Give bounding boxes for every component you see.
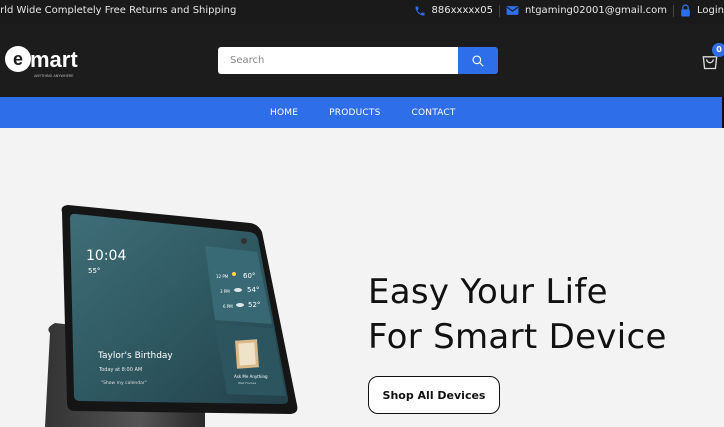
device-time: 10:04 (86, 248, 126, 264)
search-bar (218, 47, 498, 74)
login-link[interactable]: Login (680, 4, 724, 17)
mail-icon (506, 6, 519, 15)
forecast-temp-1: 60° (243, 272, 255, 280)
device-event-title: Taylor's Birthday (97, 351, 173, 361)
nav-home[interactable]: HOME (270, 108, 298, 118)
search-button[interactable] (458, 47, 498, 74)
headline-line-1: Easy Your Life (368, 272, 608, 312)
email-contact[interactable]: ntgaming02001@gmail.com (506, 5, 667, 16)
email-address: ntgaming02001@gmail.com (524, 5, 668, 16)
forecast-label-1: 12 PM (216, 274, 229, 279)
nav-products[interactable]: PRODUCTS (329, 108, 380, 118)
svg-text:e: e (13, 49, 23, 69)
top-bar: orld Wide Completely Free Returns and Sh… (0, 0, 724, 24)
nav-contact[interactable]: CONTACT (412, 108, 456, 118)
phone-contact[interactable]: 886xxxxx05 (414, 5, 493, 17)
emart-logo[interactable]: e mart ANYTHING ANYWHERE (4, 44, 84, 80)
smart-display-image: 10:04 55° Taylor's Birthday Today at 8:0… (45, 205, 298, 427)
search-input[interactable] (218, 47, 458, 74)
hero-headline: Easy Your Life For Smart Device (368, 270, 667, 360)
device-event-time: Today at 8:00 AM (98, 367, 142, 373)
phone-icon (415, 6, 425, 15)
device-event-hint: "Show my calendar" (101, 380, 147, 386)
svg-text:ANYTHING ANYWHERE: ANYTHING ANYWHERE (34, 74, 74, 78)
cart-button[interactable]: 0 (700, 43, 724, 71)
svg-text:mart: mart (30, 47, 78, 72)
contact-info: 886xxxxx05 ntgaming02001@gmail.com Login (414, 4, 724, 17)
shop-all-devices-button[interactable]: Shop All Devices (368, 376, 500, 414)
site-header: e mart ANYTHING ANYWHERE 0 (0, 24, 724, 97)
search-icon (472, 54, 484, 67)
forecast-label-2: 3 PM (220, 289, 230, 294)
phone-number: 886xxxxx05 (431, 5, 493, 16)
forecast-temp-3: 52° (248, 301, 260, 309)
device-card-sub: Wall Frames (238, 381, 257, 385)
hero-section: 10:04 55° Taylor's Birthday Today at 8:0… (0, 128, 724, 427)
cart-count-badge: 0 (712, 43, 724, 57)
forecast-label-3: 6 PM (223, 304, 233, 309)
device-card-title: Ask Me Anything (234, 374, 268, 379)
lock-icon (681, 4, 690, 17)
logo-graphic: e mart ANYTHING ANYWHERE (5, 46, 78, 78)
main-nav: HOME PRODUCTS CONTACT (0, 97, 724, 128)
login-label: Login (697, 5, 724, 16)
forecast-temp-2: 54° (247, 286, 259, 294)
shipping-tagline: orld Wide Completely Free Returns and Sh… (0, 5, 237, 16)
device-temp: 55° (88, 267, 100, 275)
divider (498, 4, 500, 17)
headline-line-2: For Smart Device (368, 317, 667, 357)
divider (673, 4, 675, 17)
